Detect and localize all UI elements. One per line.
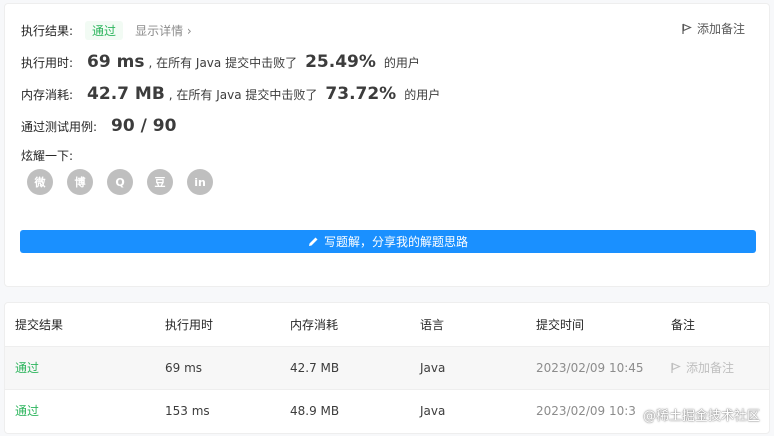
- submission-result-panel: 执行结果: 通过 显示详情 › 添加备注 执行用时: 69 ms , 在所有 J…: [4, 3, 770, 287]
- share-row: 炫耀一下:: [21, 147, 73, 164]
- header-memory: 内存消耗: [290, 317, 339, 332]
- header-status: 提交结果: [15, 317, 64, 332]
- memory-label: 内存消耗:: [21, 88, 74, 102]
- row-memory: 42.7 MB: [280, 345, 410, 389]
- weibo-icon[interactable]: 博: [67, 169, 93, 195]
- qq-icon[interactable]: Q: [107, 169, 133, 195]
- result-status-badge: 通过: [85, 21, 124, 40]
- runtime-value: 69 ms: [87, 52, 145, 72]
- row-add-note-button[interactable]: 添加备注: [671, 359, 769, 376]
- row-language: Java: [410, 345, 526, 389]
- testcases-value: 90 / 90: [111, 116, 177, 136]
- testcases-row: 通过测试用例: 90 / 90: [21, 116, 176, 136]
- row-add-note-label: 添加备注: [686, 361, 735, 375]
- row-language: Java: [410, 388, 526, 432]
- header-language: 语言: [420, 317, 445, 332]
- row-status-link[interactable]: 通过: [5, 388, 155, 432]
- flag-icon: [671, 362, 681, 373]
- watermark-text: @稀土掘金技术社区: [642, 409, 760, 424]
- runtime-beat-text: , 在所有 Java 提交中击败了: [148, 56, 298, 70]
- row-status-link[interactable]: 通过: [5, 345, 155, 389]
- flag-icon: [682, 23, 692, 34]
- runtime-percent: 25.49%: [305, 52, 376, 72]
- row-note-cell: 添加备注: [661, 345, 769, 389]
- add-note-label: 添加备注: [696, 22, 745, 36]
- wechat-icon[interactable]: 微: [27, 169, 53, 195]
- row-runtime: 69 ms: [155, 345, 280, 389]
- add-note-button[interactable]: 添加备注: [682, 20, 745, 37]
- row-time: 2023/02/09 10:45: [526, 345, 661, 389]
- runtime-suffix: 的用户: [383, 56, 420, 70]
- watermark: @稀土掘金技术社区: [643, 405, 760, 424]
- result-label: 执行结果:: [21, 24, 74, 38]
- testcases-label: 通过测试用例:: [21, 120, 98, 134]
- memory-suffix: 的用户: [404, 88, 441, 102]
- row-memory: 48.9 MB: [280, 388, 410, 432]
- linkedin-icon[interactable]: in: [187, 169, 213, 195]
- memory-row: 内存消耗: 42.7 MB , 在所有 Java 提交中击败了 73.72% 的…: [21, 84, 440, 104]
- write-solution-button[interactable]: 写题解，分享我的解题思路: [20, 230, 756, 253]
- memory-beat-text: , 在所有 Java 提交中击败了: [168, 88, 318, 102]
- pencil-icon: [308, 237, 318, 246]
- share-icons: 微 博 Q 豆 in: [27, 169, 213, 195]
- header-note: 备注: [671, 317, 696, 332]
- show-details-link[interactable]: 显示详情 ›: [135, 22, 192, 39]
- douban-icon[interactable]: 豆: [147, 169, 173, 195]
- runtime-label: 执行用时:: [21, 56, 74, 70]
- runtime-row: 执行用时: 69 ms , 在所有 Java 提交中击败了 25.49% 的用户: [21, 52, 420, 72]
- table-row: 通过 69 ms 42.7 MB Java 2023/02/09 10:45 添…: [5, 345, 769, 389]
- share-label: 炫耀一下:: [21, 149, 74, 163]
- chevron-right-icon: ›: [186, 24, 192, 38]
- row-time: 2023/02/09 10:3: [526, 388, 661, 432]
- header-runtime: 执行用时: [165, 317, 214, 332]
- memory-value: 42.7 MB: [87, 84, 165, 104]
- table-header-row: 提交结果 执行用时 内存消耗 语言 提交时间 备注: [5, 303, 769, 346]
- show-details-label: 显示详情: [135, 24, 184, 38]
- header-time: 提交时间: [536, 317, 585, 332]
- memory-percent: 73.72%: [325, 84, 397, 104]
- result-row: 执行结果: 通过 显示详情 ›: [21, 21, 192, 40]
- write-solution-label: 写题解，分享我的解题思路: [323, 235, 468, 249]
- row-runtime: 153 ms: [155, 388, 280, 432]
